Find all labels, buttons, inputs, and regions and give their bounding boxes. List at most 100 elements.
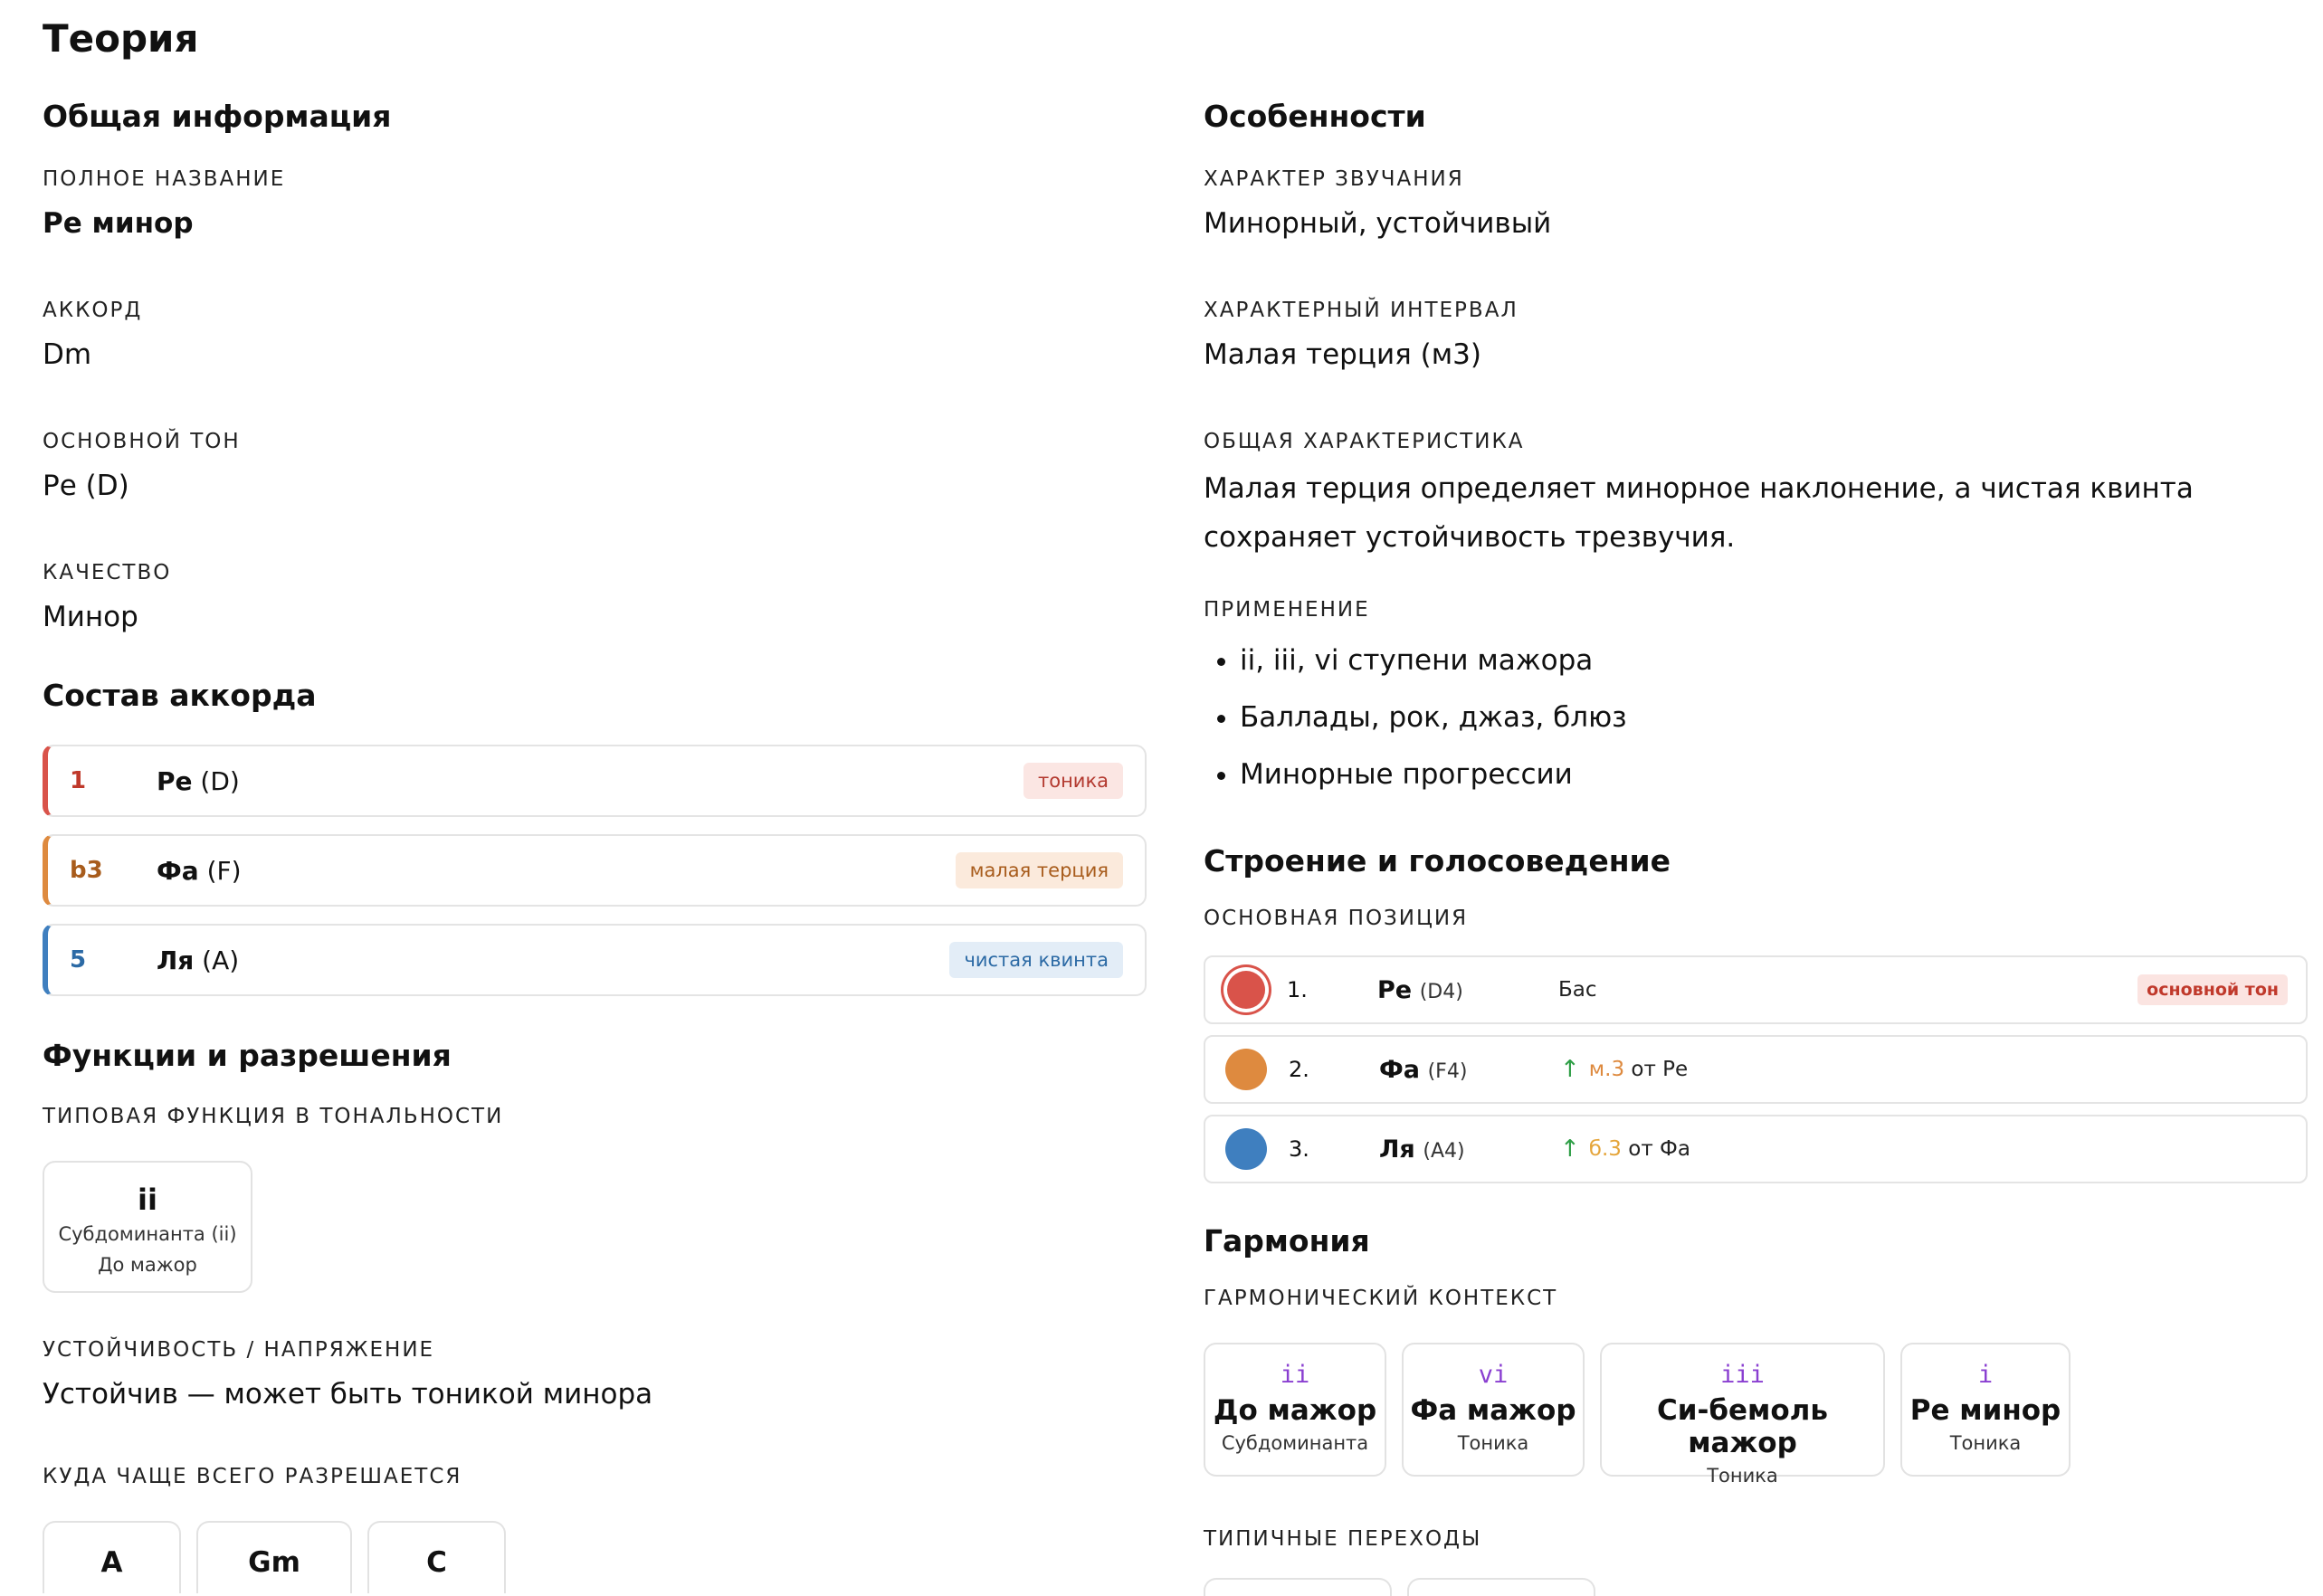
typical-function-label: Типовая функция в тональности — [43, 1105, 504, 1128]
voice-interval: ↑ м.3 от Ре — [1560, 1056, 1689, 1083]
context-key: Фа мажор — [1410, 1394, 1576, 1427]
context-list: ii До мажор Субдоминанта vi Фа мажор Тон… — [1204, 1343, 2308, 1487]
note-row-root: 1 Ре (D) тоника — [43, 745, 1147, 817]
note-tag: чистая квинта — [949, 942, 1123, 978]
resolve-chord-gm[interactable]: Gm — [196, 1521, 352, 1593]
field-value: Малая терция (м3) — [1204, 338, 1481, 371]
field-quality: Качество Минор — [43, 561, 1147, 633]
field-value: Ре (D) — [43, 470, 129, 502]
note-dot — [1227, 971, 1265, 1009]
context-tile[interactable]: ii До мажор Субдоминанта — [1204, 1343, 1386, 1477]
note-tag: малая терция — [955, 852, 1123, 888]
context-label: Гармонический контекст — [1204, 1287, 1558, 1310]
field-general: Общая характеристика Малая терция опреде… — [1204, 430, 2308, 562]
harmony-title: Гармония — [1204, 1223, 1370, 1259]
voice-note: Ля (A4) — [1379, 1135, 1465, 1164]
context-key: Си-бемоль мажор — [1657, 1394, 1828, 1459]
list-item: Минорные прогрессии — [1240, 746, 2308, 803]
field-interval: Характерный интервал Малая терция (м3) — [1204, 299, 2308, 371]
note-interval: b3 — [70, 857, 103, 884]
usage-list: ii, iii, vi ступени мажора Баллады, рок,… — [1204, 632, 2308, 803]
context-tile[interactable]: vi Фа мажор Тоника — [1402, 1343, 1585, 1477]
voice-note: Ре (D4) — [1377, 975, 1463, 1004]
transition-tile[interactable] — [1204, 1578, 1392, 1596]
composition-list: 1 Ре (D) тоника b3 Фа (F) малая терция 5… — [43, 745, 1147, 996]
context-key: Ре минор — [1909, 1394, 2061, 1427]
context-numeral: ii — [1280, 1361, 1310, 1389]
note-name: Ре (D) — [157, 765, 240, 796]
field-root: Основной тон Ре (D) — [43, 430, 1147, 502]
field-label: Качество — [43, 561, 172, 584]
field-label: Полное название — [43, 167, 286, 191]
list-item: ii, iii, vi ступени мажора — [1240, 632, 2308, 689]
context-tile[interactable]: iii Си-бемоль мажор Тоника — [1600, 1343, 1885, 1487]
context-numeral: i — [1977, 1361, 1994, 1389]
function-numeral: ii — [138, 1183, 157, 1217]
voice-note: Фа (F4) — [1379, 1055, 1468, 1084]
stability-value: Устойчив — может быть тоникой минора — [43, 1378, 653, 1411]
note-interval: 5 — [70, 946, 87, 974]
page-title: Теория — [43, 16, 199, 61]
general-fields: Полное название Ре минор Аккорд Dm Основ… — [43, 167, 1147, 633]
features-title: Особенности — [1204, 99, 1426, 134]
field-full-name: Полное название Ре минор — [43, 167, 1147, 240]
transition-tile[interactable] — [1407, 1578, 1595, 1596]
field-label: Общая характеристика — [1204, 430, 1525, 453]
field-value: Dm — [43, 338, 92, 371]
field-label: Применение — [1204, 598, 1370, 622]
context-function: Тоника — [1707, 1465, 1778, 1487]
root-tag: основной тон — [2137, 974, 2288, 1005]
transitions-list — [1204, 1578, 2308, 1596]
context-key: До мажор — [1213, 1394, 1377, 1427]
voicing-title: Строение и голосоведение — [1204, 843, 1671, 879]
voice-number: 2. — [1289, 1057, 1309, 1082]
function-key: До мажор — [98, 1254, 197, 1276]
field-value: Минорный, устойчивый — [1204, 207, 1552, 240]
field-label: Характерный интервал — [1204, 299, 1519, 322]
list-item: Баллады, рок, джаз, блюз — [1240, 689, 2308, 746]
voice-row[interactable]: 1. Ре (D4) Бас основной тон — [1204, 955, 2308, 1024]
resolves-label: Куда чаще всего разрешается — [43, 1465, 462, 1488]
stability-label: Устойчивость / напряжение — [43, 1338, 435, 1362]
right-column: Особенности Характер звучания Минорный, … — [1204, 95, 2308, 1596]
voice-role: Бас — [1558, 978, 1597, 1002]
voice-interval: ↑ б.3 от Фа — [1560, 1135, 1690, 1163]
functions-title: Функции и разрешения — [43, 1038, 452, 1073]
voicing-label: Основная позиция — [1204, 907, 1469, 930]
resolves-list: A Gm C — [43, 1521, 1147, 1593]
voicing-list: 1. Ре (D4) Бас основной тон 2. Фа (F4) ↑… — [1204, 955, 2308, 1183]
voice-row[interactable]: 2. Фа (F4) ↑ м.3 от Ре — [1204, 1035, 2308, 1104]
note-name: Фа (F) — [157, 855, 242, 886]
field-value: Малая терция определяет минорное наклоне… — [1204, 472, 2194, 554]
context-function: Тоника — [1949, 1432, 2022, 1454]
resolve-chord-c[interactable]: C — [367, 1521, 506, 1593]
note-dot — [1225, 1049, 1267, 1090]
field-label: Характер звучания — [1204, 167, 1464, 191]
field-sound: Характер звучания Минорный, устойчивый — [1204, 167, 2308, 240]
voice-row[interactable]: 3. Ля (A4) ↑ б.3 от Фа — [1204, 1115, 2308, 1183]
note-tag: тоника — [1023, 763, 1123, 799]
context-tile[interactable]: i Ре минор Тоника — [1900, 1343, 2071, 1477]
features-fields: Характер звучания Минорный, устойчивый Х… — [1204, 167, 2308, 803]
note-dot — [1225, 1128, 1267, 1170]
voice-number: 1. — [1287, 977, 1308, 1002]
field-value: Ре минор — [43, 207, 194, 240]
voice-number: 3. — [1289, 1136, 1309, 1162]
field-chord: Аккорд Dm — [43, 299, 1147, 371]
arrow-up-icon: ↑ — [1560, 1135, 1580, 1163]
composition-title: Состав аккорда — [43, 678, 317, 713]
context-numeral: vi — [1478, 1361, 1509, 1389]
function-name: Субдоминанта (ii) — [58, 1223, 237, 1245]
left-column: Общая информация Полное название Ре мино… — [43, 95, 1147, 1593]
note-name: Ля (A) — [157, 945, 240, 975]
context-numeral: iii — [1720, 1361, 1765, 1389]
resolve-chord-a[interactable]: A — [43, 1521, 181, 1593]
transitions-label: Типичные переходы — [1204, 1527, 1482, 1551]
field-label: Аккорд — [43, 299, 143, 322]
note-row-fifth: 5 Ля (A) чистая квинта — [43, 924, 1147, 996]
general-info-title: Общая информация — [43, 99, 392, 134]
context-function: Субдоминанта — [1221, 1432, 1369, 1454]
note-interval: 1 — [70, 767, 87, 794]
field-value: Минор — [43, 601, 138, 633]
typical-function-tile[interactable]: ii Субдоминанта (ii) До мажор — [43, 1161, 252, 1293]
